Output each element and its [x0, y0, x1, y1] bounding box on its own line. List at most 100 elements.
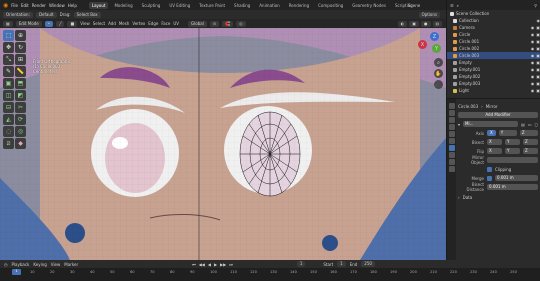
menu-mesh[interactable]: Mesh: [119, 21, 130, 26]
flip-y-toggle[interactable]: Y: [505, 148, 520, 154]
flip-z-toggle[interactable]: Z: [523, 148, 538, 154]
menu-view-timeline[interactable]: View: [51, 262, 61, 267]
flip-x-toggle[interactable]: X: [487, 148, 502, 154]
eye-icon[interactable]: ◉: [531, 60, 535, 65]
shrink-tool-icon[interactable]: ◎: [15, 126, 26, 137]
rip-tool-icon[interactable]: ◆: [15, 138, 26, 149]
menu-face[interactable]: Face: [161, 21, 170, 26]
axis-z-toggle[interactable]: Z: [519, 130, 538, 136]
tab-modeling[interactable]: Modeling: [111, 2, 135, 9]
bisect-y-toggle[interactable]: Y: [505, 139, 520, 145]
eye-icon[interactable]: ◉: [531, 53, 535, 58]
axis-y-icon[interactable]: Y: [432, 44, 441, 53]
orientation-dropdown[interactable]: Default: [35, 11, 57, 18]
scene-tab-icon[interactable]: [448, 124, 455, 130]
axis-y-toggle[interactable]: Y: [498, 130, 517, 136]
axis-z-icon[interactable]: Z: [430, 32, 439, 41]
outliner-item[interactable]: Circle.003 ◉ ▣: [447, 52, 540, 59]
expand-chevron-icon[interactable]: ▾: [458, 122, 460, 127]
snap-icon[interactable]: 🧲: [222, 20, 234, 27]
jump-start-icon[interactable]: ⏮: [192, 262, 196, 267]
bisect-z-toggle[interactable]: Z: [523, 139, 538, 145]
cursor-tool-icon[interactable]: ⊕: [15, 30, 26, 41]
jump-end-icon[interactable]: ⏭: [229, 262, 233, 267]
tab-geometry-nodes[interactable]: Geometry Nodes: [349, 2, 389, 9]
tab-uv-editing[interactable]: UV Editing: [166, 2, 193, 9]
current-frame-field[interactable]: 1: [296, 261, 306, 267]
tab-animation[interactable]: Animation: [256, 2, 282, 9]
blender-logo-icon[interactable]: ◉: [3, 2, 8, 9]
merge-distance-field[interactable]: 0.001 m: [495, 175, 538, 181]
play-icon[interactable]: ▶: [214, 262, 217, 267]
options-dropdown[interactable]: Options: [418, 11, 440, 18]
tab-compositing[interactable]: Compositing: [315, 2, 346, 9]
loop-cut-tool-icon[interactable]: ⊟: [3, 102, 14, 113]
tab-rendering[interactable]: Rendering: [286, 2, 312, 9]
constraint-tab-icon[interactable]: [448, 152, 455, 158]
camera-icon[interactable]: ▣: [536, 67, 540, 72]
tool-tab-icon[interactable]: [448, 103, 455, 109]
annotate-tool-icon[interactable]: ✎: [3, 66, 14, 77]
play-reverse-icon[interactable]: ◀: [208, 262, 211, 267]
eye-icon[interactable]: ◉: [531, 32, 535, 37]
menu-render[interactable]: Render: [32, 3, 46, 8]
camera-icon[interactable]: ▣: [536, 88, 540, 93]
camera-icon[interactable]: ▣: [536, 53, 540, 58]
timeline-scrubber[interactable]: 1 10 20 30 40 50 60 70 80 90 100 110 120 130 140 150 16…: [0, 268, 540, 281]
mode-dropdown[interactable]: Edit Mode: [15, 20, 42, 27]
axis-x-toggle[interactable]: X: [487, 130, 496, 136]
outliner-item[interactable]: Empty.003 ◉ ▣: [447, 80, 540, 87]
render-tab-icon[interactable]: [448, 110, 455, 116]
proportional-edit-icon[interactable]: ◎: [236, 20, 246, 27]
clipping-checkbox[interactable]: [487, 166, 492, 172]
outliner-type-icon[interactable]: ☰: [450, 3, 454, 8]
viewport-toggle-icon[interactable]: ▭: [528, 122, 532, 127]
output-tab-icon[interactable]: [448, 117, 455, 123]
move-tool-icon[interactable]: ✥: [3, 42, 14, 53]
menu-marker[interactable]: Marker: [64, 262, 78, 267]
add-cube-tool-icon[interactable]: ▣: [3, 78, 14, 89]
material-shading-icon[interactable]: ◍: [432, 20, 442, 27]
material-tab-icon[interactable]: [448, 166, 455, 172]
menu-view[interactable]: View: [80, 21, 90, 26]
outliner-item[interactable]: Empty ◉ ▣: [447, 59, 540, 66]
menu-edge[interactable]: Edge: [148, 21, 158, 26]
outliner-item[interactable]: Light ◉ ▣: [447, 87, 540, 94]
xray-icon[interactable]: ▣: [409, 20, 419, 27]
data-subpanel[interactable]: › Data: [458, 193, 538, 201]
eye-icon[interactable]: ◉: [531, 25, 535, 30]
menu-help[interactable]: Help: [68, 3, 77, 8]
transform-orientation-dropdown[interactable]: Global: [188, 20, 207, 27]
drag-dropdown[interactable]: Select Box: [73, 11, 101, 18]
outliner-scene-collection[interactable]: Scene Collection: [447, 10, 540, 17]
eye-icon[interactable]: ◉: [531, 46, 535, 51]
tab-texture-paint[interactable]: Texture Paint: [196, 2, 228, 9]
menu-keying[interactable]: Keying: [33, 262, 46, 267]
menu-vertex[interactable]: Vertex: [132, 21, 145, 26]
eye-icon[interactable]: ◉: [531, 88, 535, 93]
camera-icon[interactable]: ▣: [536, 32, 540, 37]
axis-x-icon[interactable]: X: [418, 40, 427, 49]
scale-tool-icon[interactable]: ⤡: [3, 54, 14, 65]
camera-icon[interactable]: ▣: [536, 74, 540, 79]
data-tab-icon[interactable]: [448, 159, 455, 165]
knife-tool-icon[interactable]: ✂: [15, 102, 26, 113]
end-frame-field[interactable]: 250: [361, 261, 375, 267]
outliner-search-icon[interactable]: ⌕: [457, 3, 459, 8]
camera-icon[interactable]: ▣: [536, 39, 540, 44]
timeline-type-icon[interactable]: ◷: [4, 262, 8, 267]
spin-tool-icon[interactable]: ⟳: [15, 114, 26, 125]
scene-selector[interactable]: Scene: [408, 3, 420, 8]
menu-playback[interactable]: Playback: [12, 262, 30, 267]
next-key-icon[interactable]: ▶▶: [220, 262, 226, 267]
playhead[interactable]: 1: [12, 269, 21, 275]
rotate-tool-icon[interactable]: ↻: [15, 42, 26, 53]
camera-icon[interactable]: ▣: [536, 46, 540, 51]
camera-icon[interactable]: ▣: [536, 25, 540, 30]
extrude-tool-icon[interactable]: ⬒: [15, 78, 26, 89]
eye-icon[interactable]: ◉: [531, 74, 535, 79]
pivot-icon[interactable]: ⊙: [209, 20, 220, 27]
inset-tool-icon[interactable]: ◫: [3, 90, 14, 101]
tab-sculpting[interactable]: Sculpting: [139, 2, 164, 9]
outliner-filter-icon[interactable]: ⚲: [534, 3, 537, 8]
